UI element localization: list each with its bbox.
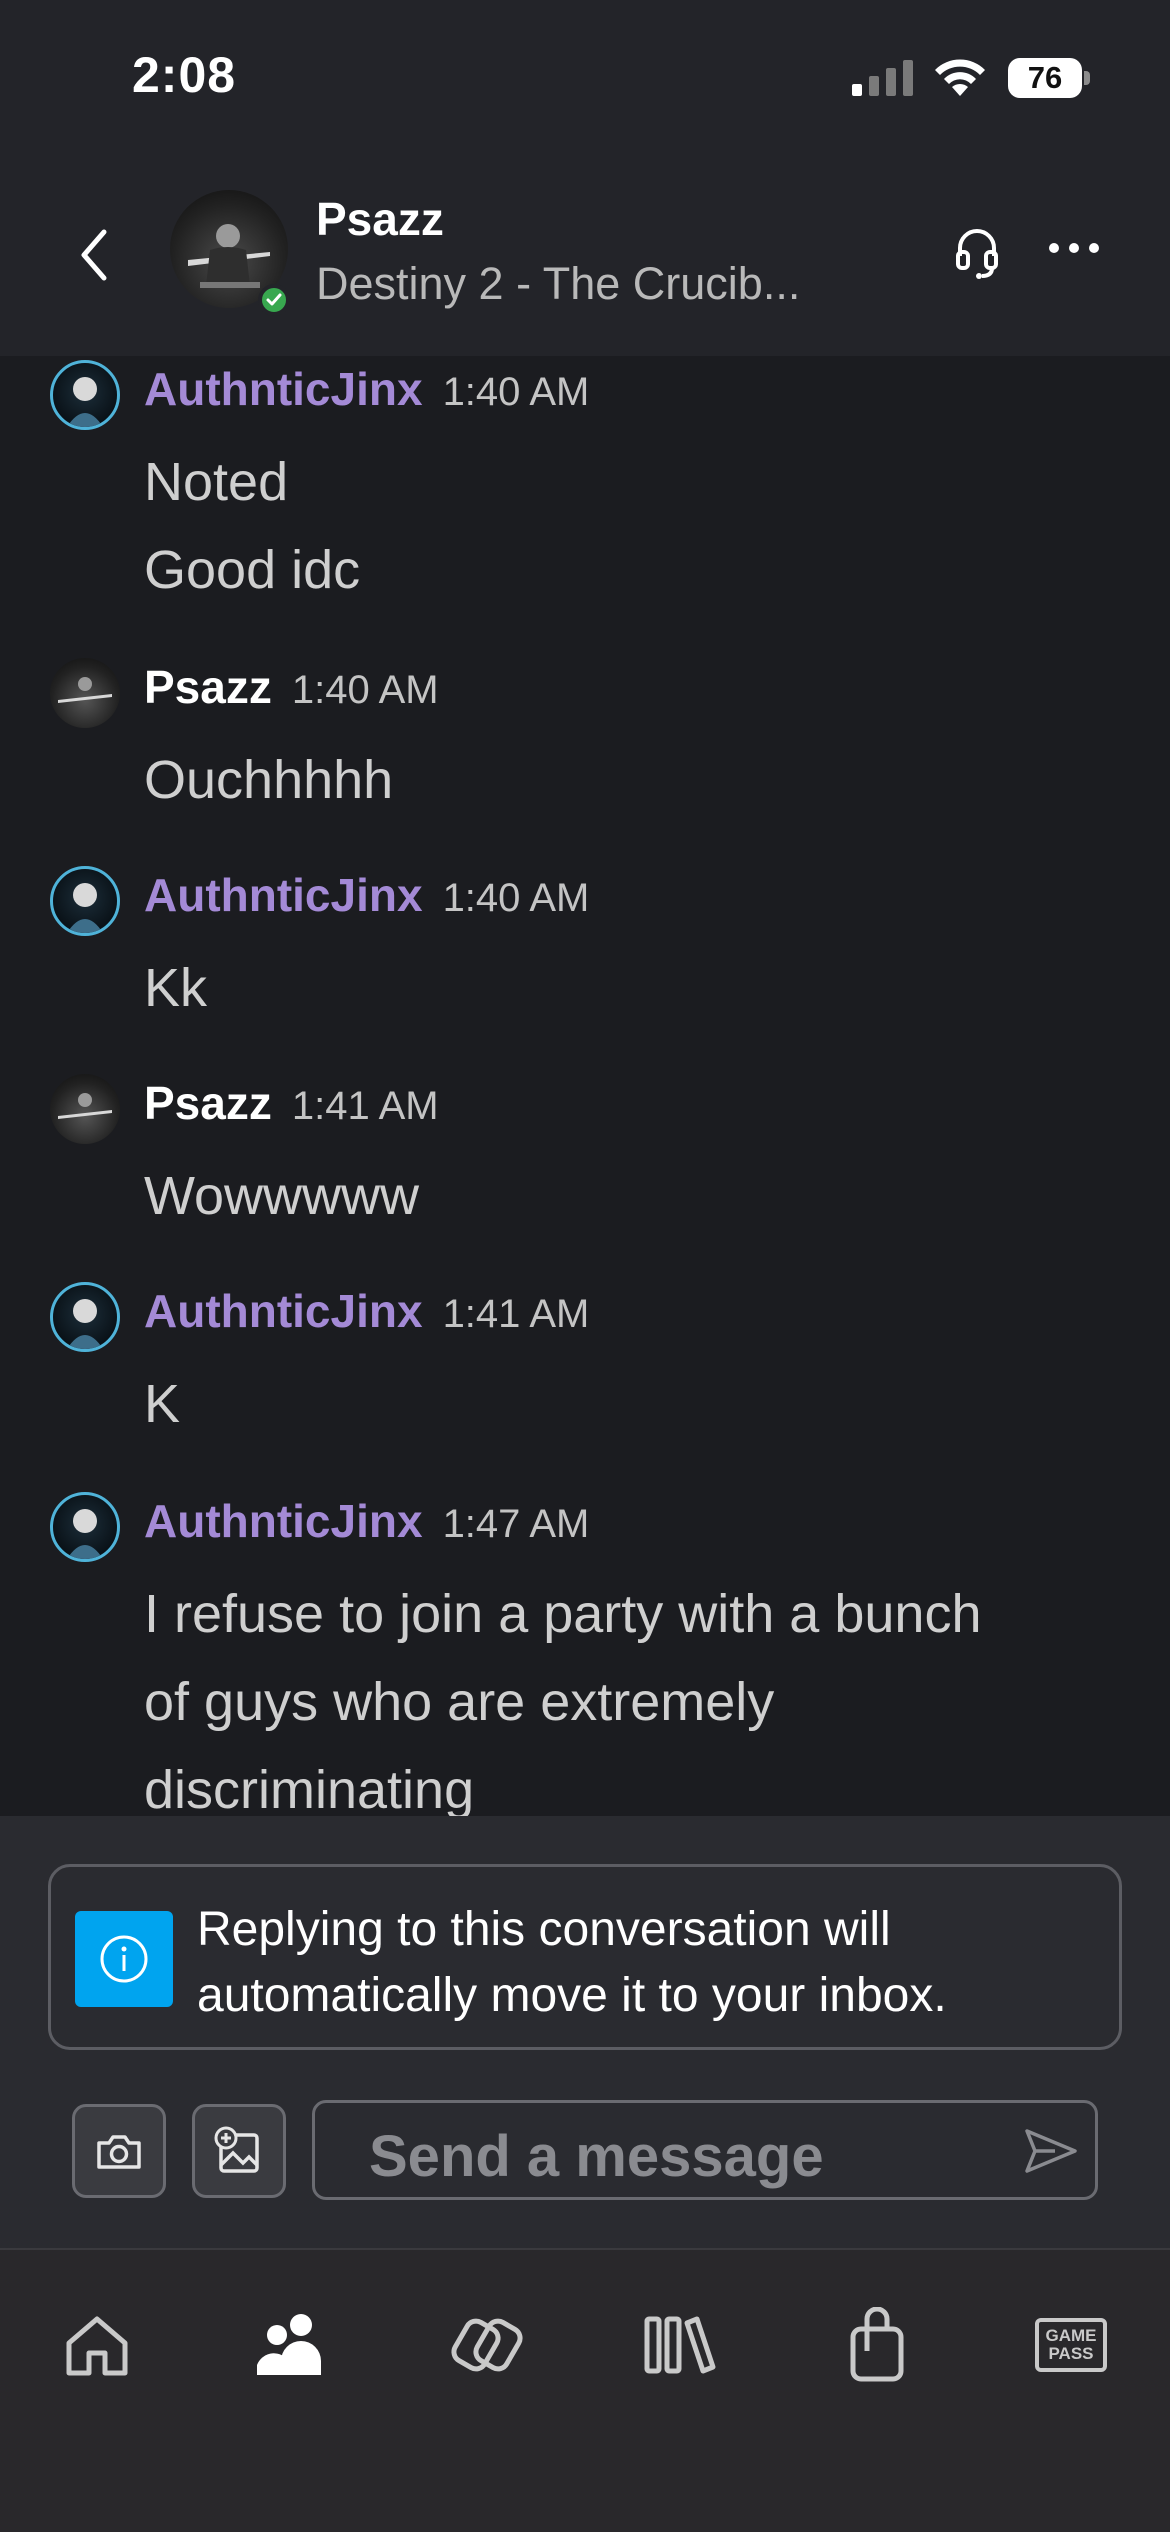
message-author[interactable]: AuthnticJinx bbox=[144, 1285, 423, 1337]
message-time: 1:41 AM bbox=[291, 1084, 439, 1128]
conversation-header: Psazz Destiny 2 - The Crucib... bbox=[0, 180, 1170, 330]
message-author[interactable]: AuthnticJinx bbox=[144, 1495, 423, 1547]
game-pass-line: PASS bbox=[1048, 2344, 1094, 2363]
message-header: AuthnticJinx 1:41 AM bbox=[144, 1284, 589, 1338]
message-body: Noted Good idc bbox=[144, 438, 1084, 614]
message-author[interactable]: AuthnticJinx bbox=[144, 363, 423, 415]
library-icon bbox=[644, 2316, 716, 2374]
top-area: 2:08 76 Psazz Destiny 2 - The Crucib... bbox=[0, 0, 1170, 356]
message-time: 1:41 AM bbox=[442, 1292, 590, 1336]
message-author[interactable]: AuthnticJinx bbox=[144, 869, 423, 921]
more-horizontal-icon[interactable] bbox=[1046, 236, 1102, 260]
notice-line: Replying to this conversation will bbox=[197, 1903, 891, 1956]
presence-online-badge bbox=[258, 284, 290, 316]
avatar[interactable] bbox=[50, 1282, 120, 1352]
tab-store[interactable] bbox=[832, 2300, 922, 2390]
message-body: K bbox=[144, 1360, 1084, 1448]
add-image-button[interactable] bbox=[192, 2104, 286, 2198]
battery-cap bbox=[1084, 71, 1090, 85]
message-header: Psazz 1:41 AM bbox=[144, 1076, 439, 1130]
message-text: K bbox=[144, 1374, 181, 1434]
message-header: AuthnticJinx 1:47 AM bbox=[144, 1494, 589, 1548]
send-icon[interactable] bbox=[1021, 2123, 1081, 2179]
inbox-notice: Replying to this conversation will autom… bbox=[48, 1864, 1122, 2050]
tab-home[interactable] bbox=[52, 2300, 142, 2390]
avatar[interactable] bbox=[50, 1492, 120, 1562]
avatar-figure bbox=[67, 1299, 103, 1349]
message-list[interactable]: AuthnticJinx 1:40 AM Noted Good idc Psazz… bbox=[0, 356, 1170, 1816]
avatar[interactable] bbox=[50, 1074, 120, 1144]
bottom-tab-bar: GAME PASS bbox=[0, 2248, 1170, 2532]
battery-level: 76 bbox=[1008, 58, 1082, 98]
message-header: AuthnticJinx 1:40 AM bbox=[144, 868, 589, 922]
headset-icon[interactable] bbox=[952, 222, 1002, 282]
tab-library[interactable] bbox=[636, 2300, 726, 2390]
battery-icon: 76 bbox=[1008, 58, 1090, 98]
game-pass-line: GAME bbox=[1045, 2326, 1097, 2345]
message-header: Psazz 1:40 AM bbox=[144, 660, 439, 714]
contact-activity: Destiny 2 - The Crucib... bbox=[316, 258, 801, 309]
tab-social[interactable] bbox=[442, 2300, 532, 2390]
message-text: I refuse to join a party with a bunch bbox=[144, 1584, 982, 1644]
message-text: discriminating bbox=[144, 1760, 475, 1816]
notice-line: automatically move it to your inbox. bbox=[197, 1969, 947, 2022]
check-icon bbox=[266, 293, 282, 306]
message-input[interactable] bbox=[369, 2121, 969, 2191]
message-time: 1:40 AM bbox=[291, 668, 439, 712]
avatar[interactable] bbox=[50, 360, 120, 430]
wifi-icon bbox=[935, 59, 985, 96]
avatar-figure bbox=[67, 377, 103, 427]
message-text: Ouchhhhh bbox=[144, 750, 394, 810]
message-time: 1:47 AM bbox=[442, 1502, 590, 1546]
avatar-figure bbox=[58, 1093, 112, 1119]
game-pass-icon: GAME PASS bbox=[1035, 2318, 1107, 2372]
chevron-left-icon[interactable] bbox=[70, 222, 120, 288]
message-time: 1:40 AM bbox=[442, 370, 590, 414]
message-text: of guys who are extremely bbox=[144, 1672, 775, 1732]
message-text: Noted bbox=[144, 452, 289, 512]
message-text: Wowwwww bbox=[144, 1166, 420, 1226]
message-input-container[interactable] bbox=[312, 2100, 1098, 2200]
composer-area: Replying to this conversation will autom… bbox=[0, 1816, 1170, 2248]
camera-button[interactable] bbox=[72, 2104, 166, 2198]
message-author[interactable]: Psazz bbox=[144, 1077, 272, 1129]
message-text: Kk bbox=[144, 958, 208, 1018]
message-text: Good idc bbox=[144, 540, 361, 600]
message-body: Wowwwww bbox=[144, 1152, 1084, 1240]
camera-icon bbox=[97, 2135, 141, 2169]
store-icon bbox=[850, 2307, 904, 2382]
home-icon bbox=[66, 2316, 128, 2376]
add-image-icon bbox=[214, 2126, 259, 2173]
message-body: Ouchhhhh bbox=[144, 736, 1084, 824]
status-bar: 2:08 76 bbox=[0, 0, 1170, 150]
avatar-figure bbox=[67, 883, 103, 933]
message-body: I refuse to join a party with a bunch of… bbox=[144, 1570, 1084, 1816]
info-icon bbox=[75, 1911, 173, 2007]
message-header: AuthnticJinx 1:40 AM bbox=[144, 362, 589, 416]
message-author[interactable]: Psazz bbox=[144, 661, 272, 713]
info-glyph bbox=[100, 1935, 148, 1983]
avatar[interactable] bbox=[50, 658, 120, 728]
contact-name: Psazz bbox=[316, 193, 444, 245]
message-body: Kk bbox=[144, 944, 1084, 1032]
cellular-signal-icon bbox=[852, 60, 913, 96]
tab-game-pass[interactable]: GAME PASS bbox=[1026, 2300, 1116, 2390]
social-icon bbox=[451, 2318, 523, 2372]
avatar-figure bbox=[58, 677, 112, 703]
app-root: 2:08 76 Psazz Destiny 2 - The Crucib... … bbox=[0, 0, 1170, 2532]
status-time: 2:08 bbox=[132, 47, 237, 103]
contact-avatar[interactable] bbox=[170, 190, 294, 316]
avatar[interactable] bbox=[50, 866, 120, 936]
tab-friends[interactable] bbox=[246, 2300, 336, 2390]
avatar-figure bbox=[67, 1509, 103, 1559]
friends-icon bbox=[257, 2314, 321, 2375]
message-time: 1:40 AM bbox=[442, 876, 590, 920]
notice-text: Replying to this conversation will autom… bbox=[197, 1897, 1097, 2029]
